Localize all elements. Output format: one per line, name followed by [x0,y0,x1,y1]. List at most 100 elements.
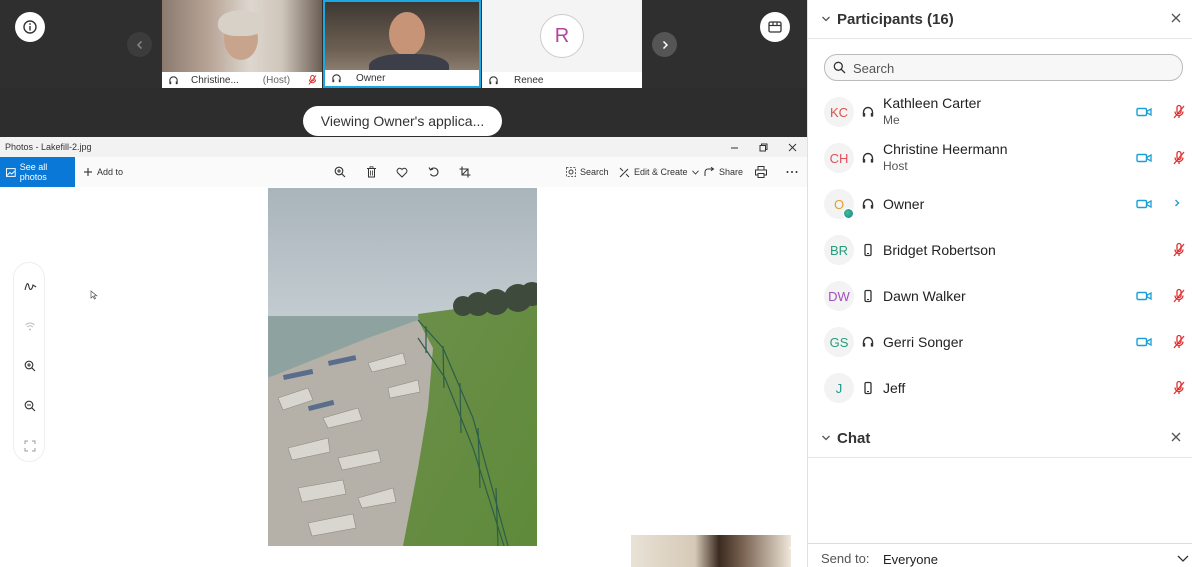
close-participants-button[interactable] [1170,12,1182,24]
close-icon [788,143,796,151]
mute-status-button[interactable] [1172,334,1186,350]
send-to-select[interactable]: Everyone [883,552,938,567]
avatar: J [824,373,854,403]
app-root: Christine... (Host) Owner R Renee Viewin… [0,0,1192,567]
share-icon [704,167,715,176]
prev-page-button[interactable] [127,32,152,57]
wifi-icon [25,322,35,331]
video-tile-active-speaker[interactable]: Owner [323,0,481,88]
tile-name: Christine... [191,74,239,86]
participant-row[interactable]: DW Dawn Walker [808,276,1192,316]
participants-title: Participants (16) [837,10,954,28]
avatar: DW [824,281,854,311]
audio-status [861,381,875,395]
participant-row[interactable]: CH Christine Heermann Host [808,138,1192,178]
draw-button[interactable] [21,277,39,295]
mute-status-button[interactable] [1172,104,1186,120]
participant-more-button[interactable] [1172,196,1186,212]
adjust-button[interactable] [21,317,39,335]
zoom-button[interactable] [333,165,347,179]
trash-icon [366,166,376,178]
mute-status-button[interactable] [1172,242,1186,258]
send-to-label: Send to: [821,551,870,566]
side-panel: Participants (16) KCKathleen CarterMeCHC… [807,0,1192,567]
next-page-button[interactable] [652,32,677,57]
video-tile[interactable]: R Renee [482,0,642,88]
mute-status-button[interactable] [1172,380,1186,396]
restore-button[interactable] [755,139,771,155]
edit-create-button[interactable]: Edit & Create [619,157,699,187]
participant-search-input[interactable] [853,59,1173,77]
zoom-out-button[interactable] [21,397,39,415]
window-title: Photos - Lakefill-2.jpg [5,142,92,152]
participant-row[interactable]: BR Bridget Robertson [808,230,1192,270]
video-camera-icon [1136,199,1152,209]
tile-name: Owner [356,72,386,84]
close-chat-button[interactable] [1170,431,1182,443]
participant-name: Gerri Songer [883,334,964,350]
share-label: Share [719,167,744,177]
participant-row[interactable]: KC Kathleen Carter Me [808,92,1192,132]
meeting-info-button[interactable] [15,12,45,42]
participant-role: Me [883,113,900,127]
chevron-down-icon[interactable] [1177,555,1189,563]
video-camera-icon [1136,337,1152,347]
video-status-button[interactable] [1136,335,1152,349]
print-button[interactable] [754,165,768,179]
headset-icon [862,336,874,347]
mic-muted-icon [1173,104,1185,119]
photo-side-toolbar [13,262,45,462]
participant-video [162,0,322,72]
headset-icon [862,198,874,209]
delete-button[interactable] [364,165,378,179]
mute-status-button[interactable] [1172,288,1186,304]
mute-status-button[interactable] [1172,150,1186,166]
participant-name: Bridget Robertson [883,242,996,258]
chevron-right-icon [1175,199,1180,207]
mic-muted-icon [308,75,317,85]
participant-video-off: R [482,0,642,72]
avatar: CH [824,143,854,173]
plus-icon [84,168,92,176]
rotate-button[interactable] [427,165,441,179]
mic-muted-icon [1173,242,1185,257]
chevron-right-icon [662,40,668,49]
more-options-button[interactable] [785,165,799,179]
add-to-label: Add to [97,167,124,177]
tile-name-bar: Christine... (Host) [162,72,322,88]
audio-status [861,243,875,257]
video-status-button[interactable] [1136,289,1152,303]
participant-row[interactable]: O Owner [808,184,1192,224]
participant-row[interactable]: J Jeff [808,368,1192,408]
favorite-button[interactable] [395,165,409,179]
photos-toolbar: See all photos Add to Search Edit & Crea… [0,157,807,187]
lakefront-photo [268,188,537,546]
headset-icon [862,106,874,117]
search-button[interactable]: Search [566,157,609,187]
headset-icon [862,152,874,163]
self-view-video[interactable] [631,535,795,567]
presence-badge [843,208,854,219]
video-status-button[interactable] [1136,105,1152,119]
see-all-photos-button[interactable]: See all photos [0,157,75,187]
minimize-button[interactable] [726,139,742,155]
video-status-button[interactable] [1136,197,1152,211]
photos-title-bar: Photos - Lakefill-2.jpg [0,137,807,157]
crop-button[interactable] [458,165,472,179]
share-button[interactable]: Share [704,157,743,187]
video-status-button[interactable] [1136,151,1152,165]
layout-button[interactable] [760,12,790,42]
add-to-button[interactable]: Add to [83,157,123,187]
collapse-chat-toggle[interactable] [820,432,832,444]
tile-name-bar: Owner [325,70,479,86]
participant-role: Host [883,159,908,173]
fit-screen-button[interactable] [21,437,39,455]
meeting-stage: Christine... (Host) Owner R Renee Viewin… [0,0,807,567]
close-window-button[interactable] [784,139,800,155]
chat-title: Chat [837,429,871,447]
participant-row[interactable]: GS Gerri Songer [808,322,1192,362]
collapse-participants-toggle[interactable] [820,13,832,25]
avatar: GS [824,327,854,357]
video-tile[interactable]: Christine... (Host) [162,0,322,88]
zoom-in-button[interactable] [21,357,39,375]
